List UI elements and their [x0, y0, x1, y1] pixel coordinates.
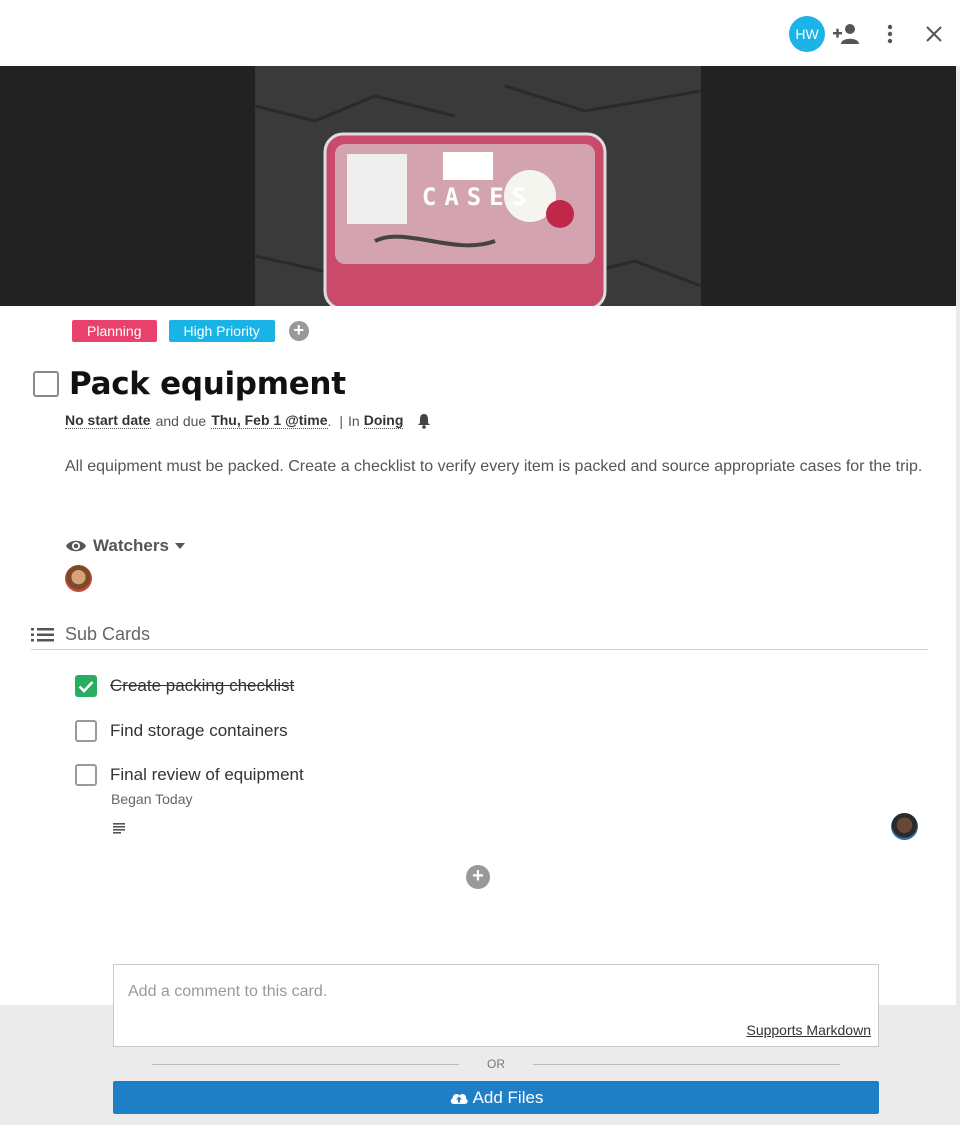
add-files-button[interactable]: Add Files [113, 1081, 879, 1114]
sub-card-title[interactable]: Final review of equipment [110, 765, 304, 785]
bell-icon[interactable] [417, 413, 431, 429]
meta-and-due: and due [155, 412, 207, 429]
sub-card-title[interactable]: Create packing checklist [110, 676, 294, 696]
cover-title: CASES [421, 183, 535, 211]
sub-card-title[interactable]: Find storage containers [110, 721, 288, 741]
card-meta: No start date and due Thu, Feb 1 @time .… [65, 412, 431, 429]
card-complete-checkbox[interactable] [33, 371, 59, 397]
comment-input[interactable] [128, 983, 728, 1001]
label-list: Planning High Priority + [72, 320, 309, 342]
sub-card-item[interactable]: Find storage containers [75, 720, 288, 742]
cloud-upload-icon [449, 1091, 469, 1105]
sub-card-item[interactable]: Create packing checklist [75, 675, 294, 697]
add-label-button[interactable]: + [288, 321, 309, 341]
eye-icon [65, 539, 87, 553]
add-files-label: Add Files [472, 1087, 544, 1107]
sub-card-checkbox[interactable] [75, 720, 97, 742]
meta-period: . [327, 412, 332, 429]
divider-line [152, 1063, 459, 1065]
list-link[interactable]: Doing [363, 412, 404, 429]
card-title-row: Pack equipment [33, 366, 346, 402]
add-person-icon[interactable] [833, 20, 861, 48]
list-icon [31, 628, 55, 642]
comment-box: Supports Markdown [113, 964, 879, 1047]
assignee-avatar[interactable] [891, 813, 918, 840]
due-date-link[interactable]: Thu, Feb 1 @time [211, 412, 328, 429]
watchers-toggle[interactable]: Watchers [65, 536, 185, 556]
description-lines-icon [113, 821, 125, 839]
divider-line [533, 1063, 840, 1065]
meta-separator: | [339, 412, 344, 429]
sub-card-checkbox[interactable] [75, 764, 97, 786]
label-high-priority[interactable]: High Priority [168, 320, 275, 342]
sub-card-status: Began Today [111, 791, 193, 807]
add-sub-card-button[interactable]: + [466, 865, 490, 889]
sub-card-checkbox-checked[interactable] [75, 675, 97, 697]
caret-down-icon [174, 543, 185, 549]
user-avatar[interactable]: HW [789, 16, 825, 52]
start-date-link[interactable]: No start date [65, 412, 151, 429]
label-planning[interactable]: Planning [72, 320, 157, 342]
more-vertical-icon[interactable] [876, 20, 904, 48]
meta-in: In [348, 412, 360, 429]
or-divider: OR [152, 1057, 840, 1071]
or-text: OR [487, 1057, 505, 1071]
watcher-avatar[interactable] [65, 565, 92, 592]
supports-markdown-link[interactable]: Supports Markdown [746, 1022, 871, 1038]
card-title[interactable]: Pack equipment [69, 366, 346, 402]
card-description[interactable]: All equipment must be packed. Create a c… [65, 455, 935, 479]
close-icon[interactable] [920, 20, 948, 48]
sub-cards-header: Sub Cards [31, 624, 928, 650]
watchers-label: Watchers [93, 536, 169, 555]
sub-cards-heading: Sub Cards [65, 624, 151, 644]
cover-image: CASES [0, 66, 956, 306]
side-strip [956, 66, 960, 1125]
top-bar: HW [0, 0, 960, 66]
sub-card-item[interactable]: Final review of equipment [75, 764, 304, 786]
